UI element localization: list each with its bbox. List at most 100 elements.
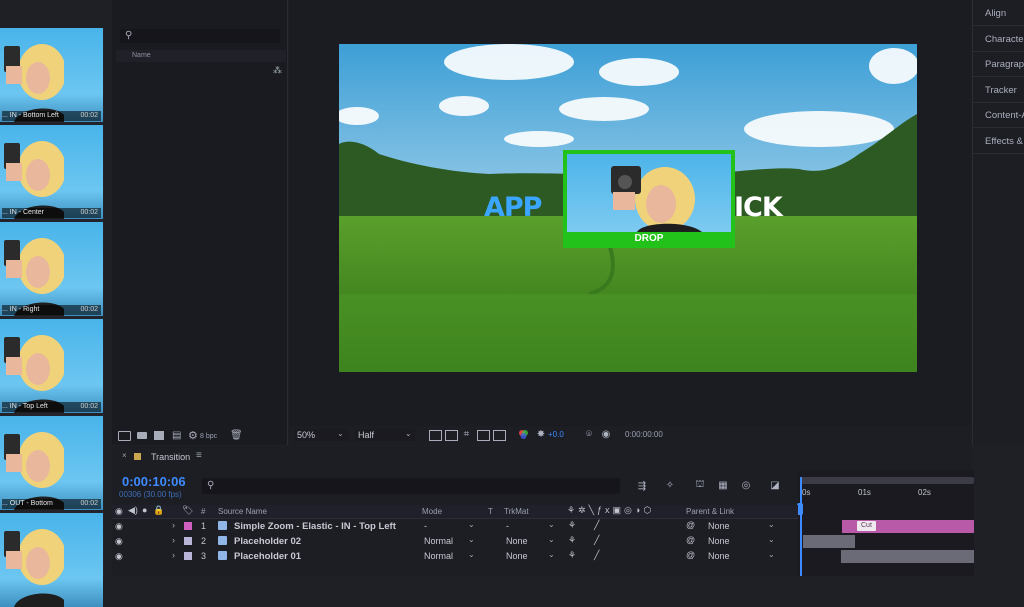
- blend-mode-select[interactable]: Normal: [424, 536, 453, 546]
- panel-tab-4[interactable]: Content-Aware: [973, 104, 1024, 128]
- trash-icon[interactable]: 🗑: [230, 430, 243, 441]
- layer-row[interactable]: ◉ › 2 Placeholder 02 Normal ⌄ None ⌄ ⚘ ╱ @ None ⌄: [112, 534, 798, 549]
- thumbnail-item[interactable]: ... IN - Right 00:02: [0, 222, 103, 316]
- panel-tab-5[interactable]: Effects &: [973, 130, 1024, 154]
- work-area-bar[interactable]: [800, 477, 974, 484]
- thumbnail-item[interactable]: ... OUT - Bottom 00:02: [0, 416, 103, 510]
- shy-switch-icon[interactable]: ⚘: [568, 535, 576, 546]
- composition-icon[interactable]: [154, 431, 164, 440]
- thumbnail-item[interactable]: ... IN - Center 00:02: [0, 125, 103, 219]
- composition-mini-flowchart-icon[interactable]: ⇶: [635, 480, 649, 492]
- quality-switch-icon[interactable]: ╱: [594, 520, 599, 531]
- marker-cut[interactable]: Cut: [857, 521, 876, 531]
- trkmat-select[interactable]: None: [506, 536, 528, 546]
- parent-select[interactable]: None: [708, 536, 730, 546]
- label-color-swatch[interactable]: [184, 552, 192, 560]
- quality-switch-icon[interactable]: ╱: [594, 535, 599, 546]
- timeline-search-input[interactable]: ⚲: [202, 478, 620, 494]
- frame-blending-icon[interactable]: ▦: [716, 479, 730, 492]
- solo-icon[interactable]: ●: [142, 505, 147, 515]
- expand-chevron-icon[interactable]: ›: [172, 535, 175, 545]
- panel-tab-0[interactable]: Align: [973, 2, 1024, 26]
- playhead[interactable]: [800, 477, 802, 576]
- column-mode[interactable]: Mode: [422, 507, 442, 516]
- thumbnail-item[interactable]: ... IN - Bottom Left 00:02: [0, 28, 103, 122]
- layer-name[interactable]: Placeholder 02: [234, 536, 301, 547]
- exposure-icon[interactable]: ✸: [535, 428, 547, 440]
- panel-tab-1[interactable]: Character: [973, 28, 1024, 52]
- layer-name[interactable]: Placeholder 01: [234, 551, 301, 562]
- speaker-icon[interactable]: ◀): [128, 505, 138, 516]
- switches-icons[interactable]: ⚘✲╲ƒx▣◎◑⬡: [567, 505, 654, 516]
- flowchart-icon[interactable]: ⁂: [273, 65, 283, 75]
- settings-icon[interactable]: ⚙: [188, 429, 198, 442]
- shy-switch-icon[interactable]: ⚘: [568, 520, 576, 531]
- draft-3d-icon[interactable]: ✧: [663, 479, 677, 492]
- thumbnail-item[interactable]: [0, 513, 103, 607]
- thumbnail-item[interactable]: ... IN - Top Left 00:02: [0, 319, 103, 413]
- eye-icon[interactable]: ◉: [115, 536, 123, 547]
- trkmat-select[interactable]: -: [506, 521, 509, 531]
- menu-icon[interactable]: ≡: [196, 450, 202, 461]
- panel-tab-2[interactable]: Paragraph: [973, 53, 1024, 77]
- graph-editor-icon[interactable]: ◪: [768, 479, 782, 492]
- pickwhip-icon[interactable]: @: [686, 535, 695, 545]
- current-time[interactable]: 0:00:10:06: [122, 474, 186, 489]
- layer-row[interactable]: ◉ › 1 Simple Zoom - Elastic - IN - Top Left…: [112, 519, 798, 534]
- thumbnail-strip: ... IN - Bottom Left 00:02... IN - Center…: [0, 28, 104, 607]
- project-search-input[interactable]: ⚲: [120, 29, 280, 43]
- view-layout-icon[interactable]: [477, 430, 490, 441]
- column-parent-link[interactable]: Parent & Link: [686, 507, 734, 516]
- new-composition-icon[interactable]: [118, 431, 131, 441]
- pickwhip-icon[interactable]: @: [686, 550, 695, 560]
- project-column-header[interactable]: Name: [116, 50, 286, 62]
- chevron-down-icon: ⌄: [468, 550, 475, 559]
- blend-mode-select[interactable]: -: [424, 521, 427, 531]
- motion-blur-icon[interactable]: ◎: [739, 479, 753, 492]
- parent-select[interactable]: None: [708, 521, 730, 531]
- camera-icon[interactable]: ⌾: [583, 428, 595, 440]
- layer-2-track-bar[interactable]: [803, 535, 855, 548]
- panel-tab-3[interactable]: Tracker: [973, 79, 1024, 103]
- bit-depth-label[interactable]: 8 bpc: [200, 433, 217, 440]
- eye-icon[interactable]: ◉: [115, 506, 123, 517]
- ruler-tick-2: 02s: [918, 488, 931, 497]
- mask-path-icon[interactable]: ⌗: [461, 429, 472, 440]
- composition-frame[interactable]: APP ICK DROP: [339, 44, 917, 372]
- column-source-name[interactable]: Source Name: [218, 507, 267, 516]
- parent-select[interactable]: None: [708, 551, 730, 561]
- hide-shy-layers-icon[interactable]: ⛫: [693, 479, 707, 492]
- snapshot-icon[interactable]: [493, 430, 506, 441]
- shy-switch-icon[interactable]: ⚘: [568, 550, 576, 561]
- layer-number: 3: [201, 551, 207, 561]
- blend-mode-select[interactable]: Normal: [424, 551, 453, 561]
- region-of-interest-icon[interactable]: [429, 430, 442, 441]
- layer-name[interactable]: Simple Zoom - Elastic - IN - Top Left: [234, 521, 396, 532]
- expand-chevron-icon[interactable]: ›: [172, 550, 175, 560]
- label-tag-icon[interactable]: 🏷: [182, 505, 193, 516]
- trkmat-select[interactable]: None: [506, 551, 528, 561]
- ruler-tick-0: 0s: [802, 488, 811, 497]
- color-channel-icon[interactable]: [517, 428, 529, 440]
- lock-icon[interactable]: 🔒: [153, 505, 164, 516]
- folder-icon[interactable]: [137, 432, 147, 439]
- eye-icon[interactable]: ◉: [115, 521, 123, 532]
- label-color-swatch[interactable]: [184, 522, 192, 530]
- close-icon[interactable]: ×: [122, 451, 127, 460]
- layer-row[interactable]: ◉ › 3 Placeholder 01 Normal ⌄ None ⌄ ⚘ ╱ @ None ⌄: [112, 549, 798, 564]
- column-trkmat[interactable]: TrkMat: [504, 507, 529, 516]
- exposure-value[interactable]: +0.0: [548, 430, 564, 439]
- column-name-label: Name: [132, 52, 151, 59]
- eye-icon[interactable]: ◉: [115, 551, 123, 562]
- layer-3-track-bar[interactable]: [841, 550, 974, 563]
- timeline-tab[interactable]: × Transition ≡: [118, 450, 218, 464]
- frame-info: 00306 (30.00 fps): [119, 490, 182, 499]
- show-snapshot-icon[interactable]: ◉: [600, 428, 612, 440]
- transparency-grid-icon[interactable]: [445, 430, 458, 441]
- viewer-timecode[interactable]: 0:00:00:00: [625, 430, 663, 439]
- pickwhip-icon[interactable]: @: [686, 520, 695, 530]
- label-color-swatch[interactable]: [184, 537, 192, 545]
- footage-icon[interactable]: ▤: [172, 430, 181, 441]
- expand-chevron-icon[interactable]: ›: [172, 520, 175, 530]
- quality-switch-icon[interactable]: ╱: [594, 550, 599, 561]
